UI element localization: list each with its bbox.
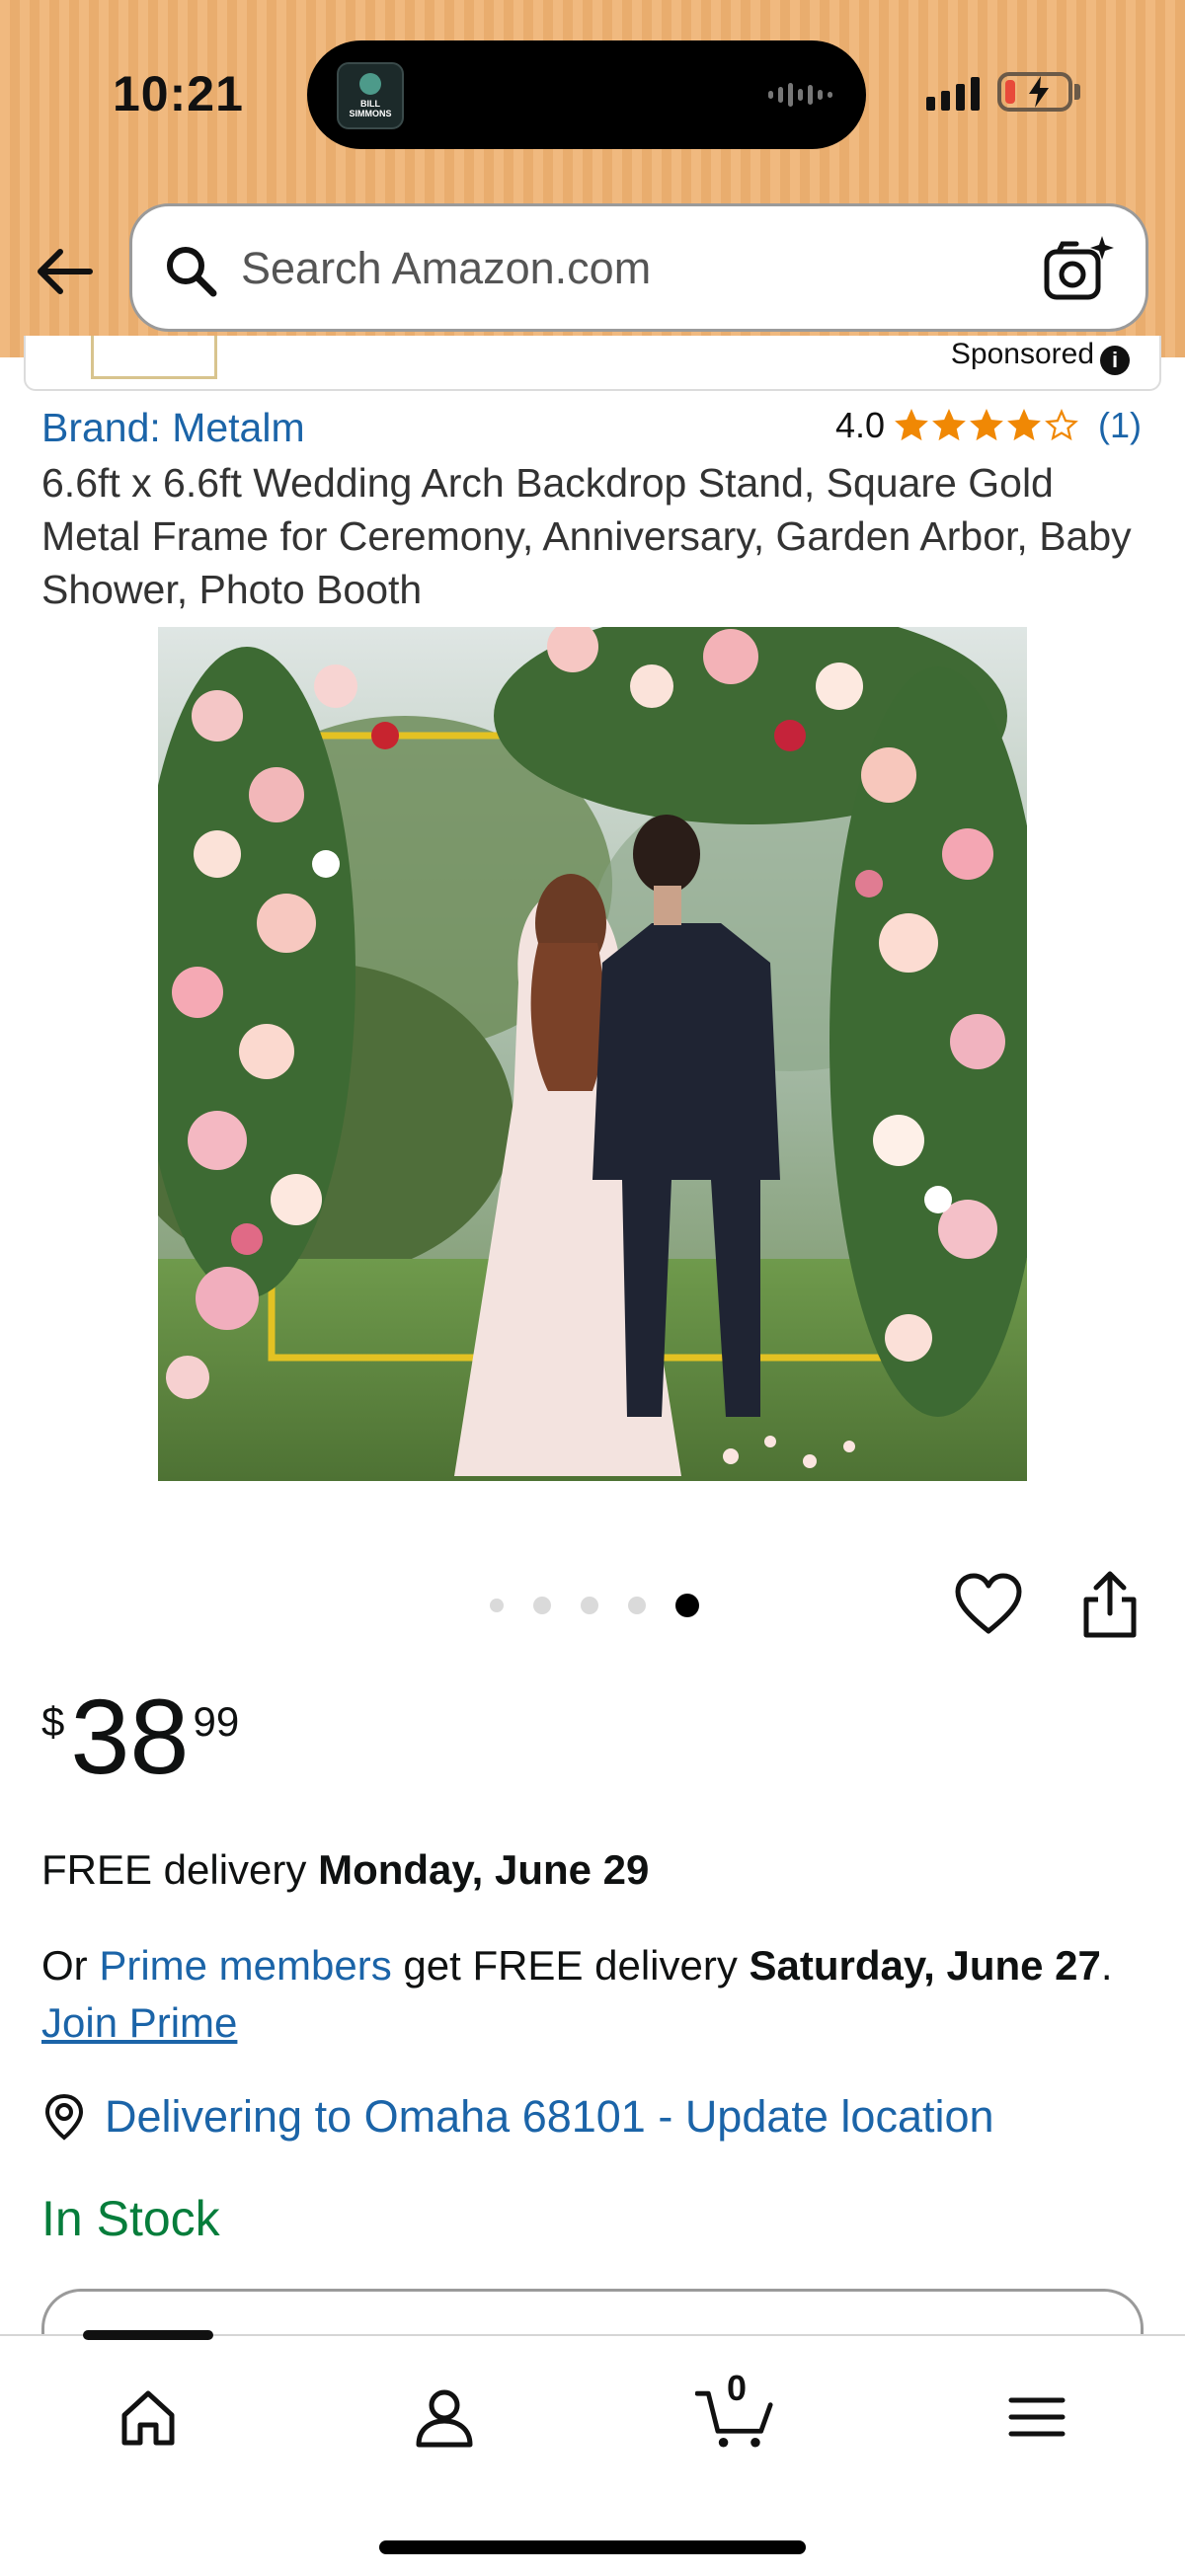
cart-count: 0 xyxy=(726,2368,748,2408)
prime-delivery-info: Or Prime members get FREE delivery Satur… xyxy=(41,1942,1113,2046)
audio-waveform-icon xyxy=(768,80,832,110)
tab-menu[interactable] xyxy=(997,2378,1076,2457)
product-image[interactable] xyxy=(158,627,1027,1481)
dynamic-island[interactable]: BILL SIMMONS xyxy=(307,40,866,149)
tab-cart[interactable]: 0 xyxy=(695,2368,774,2457)
carousel-dot[interactable] xyxy=(581,1597,598,1614)
rating-summary[interactable]: 4.0 (1) xyxy=(835,405,1142,446)
rating-stars xyxy=(895,409,1078,442)
camera-sparkle-icon[interactable] xyxy=(1041,234,1116,305)
delivery-location[interactable]: Delivering to Omaha 68101 - Update locat… xyxy=(41,2091,994,2143)
sponsored-label: Sponsored i xyxy=(951,338,1130,375)
arrow-left-icon xyxy=(38,249,93,294)
image-carousel-dots[interactable] xyxy=(490,1594,699,1617)
menu-icon xyxy=(1008,2397,1066,2437)
share-icon xyxy=(1083,1571,1137,1638)
carousel-dot[interactable] xyxy=(628,1597,646,1614)
prime-members-link[interactable]: Prime members xyxy=(99,1942,391,1989)
free-delivery-info: FREE delivery Monday, June 29 xyxy=(41,1846,650,1893)
product-title: 6.6ft x 6.6ft Wedding Arch Backdrop Stan… xyxy=(41,460,1132,612)
sponsored-thumbnail xyxy=(91,336,217,379)
update-location-link[interactable]: Delivering to Omaha 68101 - Update locat… xyxy=(105,2091,994,2143)
user-icon xyxy=(416,2389,473,2448)
price: $ 38 99 xyxy=(41,1677,240,1796)
carousel-dot[interactable] xyxy=(533,1597,551,1614)
cellular-signal-icon xyxy=(926,71,980,111)
star-filled-icon xyxy=(932,409,966,441)
app-header: 10:21 BILL SIMMONS xyxy=(0,0,1185,357)
star-filled-icon xyxy=(1007,409,1041,441)
heart-icon xyxy=(955,1573,1022,1634)
search-icon xyxy=(167,247,217,297)
search-bar[interactable] xyxy=(129,203,1148,332)
share-button[interactable] xyxy=(1078,1570,1142,1639)
rating-value: 4.0 xyxy=(834,405,885,445)
active-tab-indicator xyxy=(83,2330,213,2340)
prime-delivery-date: Saturday, June 27 xyxy=(749,1942,1101,1989)
info-icon[interactable]: i xyxy=(1100,346,1130,375)
tab-account[interactable] xyxy=(405,2378,484,2457)
status-time: 10:21 xyxy=(113,66,244,121)
brand-link[interactable]: Brand: Metalm xyxy=(41,405,305,451)
star-filled-icon xyxy=(895,409,928,441)
carousel-dot-active[interactable] xyxy=(675,1594,699,1617)
wishlist-button[interactable] xyxy=(954,1570,1023,1639)
sponsored-ad-strip[interactable]: Sponsored i xyxy=(24,336,1161,391)
search-input[interactable] xyxy=(241,226,1031,311)
star-filled-icon xyxy=(970,409,1003,441)
location-pin-icon xyxy=(44,2093,84,2141)
home-indicator[interactable] xyxy=(379,2540,806,2554)
back-button[interactable] xyxy=(30,237,99,306)
carousel-dot[interactable] xyxy=(490,1599,504,1612)
free-delivery-date: Monday, June 29 xyxy=(318,1846,650,1893)
charging-bolt-icon xyxy=(1029,76,1049,108)
home-icon xyxy=(121,2390,175,2446)
rating-count-link[interactable]: (1) xyxy=(1098,405,1142,446)
wedding-arch-photo xyxy=(158,627,1027,1481)
price-fraction: 99 xyxy=(193,1698,240,1745)
price-currency-symbol: $ xyxy=(41,1698,65,1745)
star-empty-icon xyxy=(1045,409,1078,441)
price-whole: 38 xyxy=(70,1677,190,1796)
join-prime-link[interactable]: Join Prime xyxy=(41,1999,237,2046)
tab-home[interactable] xyxy=(109,2378,188,2457)
stock-status: In Stock xyxy=(41,2191,220,2246)
now-playing-artwork: BILL SIMMONS xyxy=(337,62,404,129)
battery-icon xyxy=(997,72,1072,112)
